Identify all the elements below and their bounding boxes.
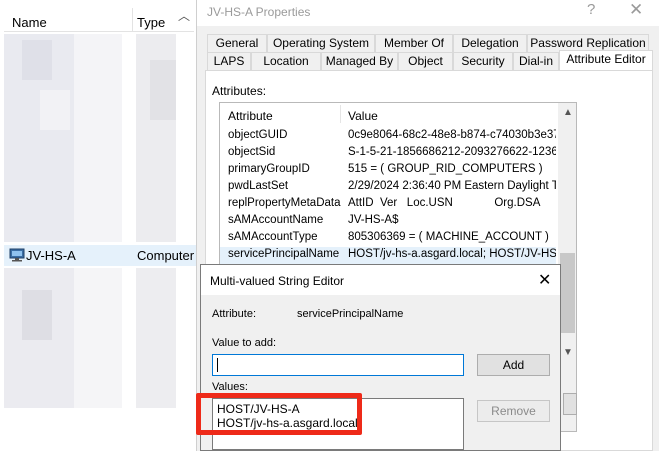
value-to-add-input[interactable] xyxy=(212,354,464,376)
attribute-name: sAMAccountType xyxy=(228,231,318,243)
close-button[interactable]: ✕ xyxy=(629,0,643,20)
value-to-add-label: Value to add: xyxy=(212,337,277,349)
edit-button-partial[interactable] xyxy=(563,393,577,415)
attribute-name: primaryGroupID xyxy=(228,163,310,175)
object-list-pane: Name Type ︿ JV-HS-A Computer xyxy=(0,0,197,451)
attribute-value: HOST/jv-hs-a.asgard.local; HOST/JV-HS-A xyxy=(348,248,556,260)
tab-object[interactable]: Object xyxy=(398,52,453,70)
attribute-row[interactable]: primaryGroupID 515 = ( GROUP_RID_COMPUTE… xyxy=(220,162,556,179)
blurred-content xyxy=(40,90,70,130)
attribute-name: objectSid xyxy=(228,146,276,158)
attribute-value: 0c9e8064-68c2-48e8-b874-c74030b3e376 xyxy=(348,129,556,141)
list-column-header: Name Type ︿ xyxy=(4,6,194,32)
editor-close-button[interactable]: ✕ xyxy=(538,270,551,290)
computer-icon xyxy=(9,248,25,262)
tab-general[interactable]: General xyxy=(207,34,267,52)
scroll-down-icon[interactable]: ▼ xyxy=(563,347,573,358)
text-caret xyxy=(217,358,218,372)
list-item-type: Computer xyxy=(137,248,195,263)
attribute-value: S-1-5-21-1856686212-2093276622-1236469 xyxy=(348,146,556,158)
remove-button[interactable]: Remove xyxy=(477,400,550,422)
blurred-content xyxy=(150,60,176,120)
column-header-name[interactable]: Name xyxy=(12,15,47,30)
values-label: Values: xyxy=(212,381,248,393)
attribute-row[interactable]: objectGUID 0c9e8064-68c2-48e8-b874-c7403… xyxy=(220,128,556,145)
attribute-name: servicePrincipalName xyxy=(228,248,340,260)
column-divider[interactable] xyxy=(340,105,341,123)
tab-security[interactable]: Security xyxy=(453,52,513,70)
attribute-row-selected[interactable]: servicePrincipalName HOST/jv-hs-a.asgard… xyxy=(220,247,556,264)
attributes-label: Attributes: xyxy=(212,84,267,98)
blurred-content xyxy=(22,40,52,80)
tab-location[interactable]: Location xyxy=(251,52,321,70)
attribute-name: replPropertyMetaData xyxy=(228,197,341,209)
editor-title-bar: Multi-valued String Editor ✕ xyxy=(201,265,560,295)
blurred-content xyxy=(22,290,52,340)
attribute-name-value: servicePrincipalName xyxy=(297,308,404,320)
editor-title: Multi-valued String Editor xyxy=(210,274,345,288)
window-title: JV-HS-A Properties xyxy=(207,5,311,19)
tab-laps[interactable]: LAPS xyxy=(207,52,251,70)
attribute-row[interactable]: sAMAccountType 805306369 = ( MACHINE_ACC… xyxy=(220,230,556,247)
value-column-header[interactable]: Value xyxy=(348,109,378,123)
attribute-column-header[interactable]: Attribute xyxy=(228,109,273,123)
attribute-value: AttID Ver Loc.USN Org.DSA xyxy=(348,197,541,209)
sort-caret-icon: ︿ xyxy=(178,9,191,23)
properties-title-bar: JV-HS-A Properties ? ✕ xyxy=(197,0,659,26)
tab-member-of[interactable]: Member Of xyxy=(375,34,453,52)
scrollbar-thumb[interactable] xyxy=(560,253,575,333)
attribute-row[interactable]: pwdLastSet 2/29/2024 2:36:40 PM Eastern … xyxy=(220,179,556,196)
attribute-row[interactable]: replPropertyMetaData AttID Ver Loc.USN O… xyxy=(220,196,556,213)
column-divider[interactable] xyxy=(132,8,133,32)
attribute-row[interactable]: sAMAccountName JV-HS-A$ xyxy=(220,213,556,230)
list-item-name: JV-HS-A xyxy=(26,248,76,263)
tab-managed-by[interactable]: Managed By xyxy=(321,52,398,70)
attribute-row[interactable]: objectSid S-1-5-21-1856686212-2093276622… xyxy=(220,145,556,162)
blurred-content xyxy=(74,34,122,242)
attribute-name: pwdLastSet xyxy=(228,180,289,192)
tab-delegation[interactable]: Delegation xyxy=(453,34,527,52)
red-highlight-box xyxy=(196,393,362,435)
attribute-value: 515 = ( GROUP_RID_COMPUTERS ) xyxy=(348,163,543,175)
attribute-value: JV-HS-A$ xyxy=(348,214,399,226)
attribute-name: objectGUID xyxy=(228,129,288,141)
blurred-content xyxy=(74,268,122,408)
tab-attribute-editor[interactable]: Attribute Editor xyxy=(559,50,653,70)
attribute-value: 2/29/2024 2:36:40 PM Eastern Daylight Ti… xyxy=(348,180,556,192)
scroll-up-icon[interactable]: ▲ xyxy=(563,107,573,118)
list-item-selected-computer[interactable]: JV-HS-A Computer xyxy=(4,245,196,266)
blurred-content xyxy=(136,268,176,408)
attribute-value: 805306369 = ( MACHINE_ACCOUNT ) xyxy=(348,231,549,243)
help-button[interactable]: ? xyxy=(587,1,595,18)
tab-dial-in[interactable]: Dial-in xyxy=(513,52,559,70)
column-header-type[interactable]: Type xyxy=(137,15,165,30)
attribute-name: sAMAccountName xyxy=(228,214,324,226)
tab-operating-system[interactable]: Operating System xyxy=(267,34,375,52)
attribute-label: Attribute: xyxy=(212,308,257,320)
add-button[interactable]: Add xyxy=(477,354,550,376)
